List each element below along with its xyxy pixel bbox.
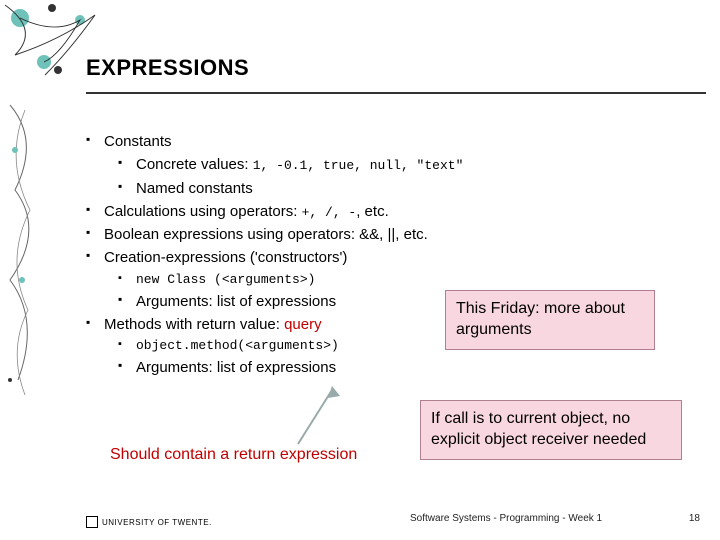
text-calc-b: , etc. [356, 203, 389, 220]
footer-course: Software Systems - Programming - Week 1 [410, 513, 602, 524]
bullet-constants: Constants Concrete values: 1, -0.1, true… [86, 130, 696, 200]
title-rule [86, 92, 706, 94]
logo-mark-icon [86, 516, 98, 528]
text-query: query [284, 316, 322, 333]
footer-logo: UNIVERSITY OF TWENTE. [86, 516, 212, 528]
code-calc: +, /, - [302, 205, 357, 220]
text-creation: Creation-expressions ('constructors') [104, 249, 347, 266]
decoration-side [0, 100, 55, 400]
text-methods-a: Methods with return value: [104, 316, 284, 333]
callout-friday: This Friday: more about arguments [445, 290, 655, 350]
bullet-named: Named constants [118, 177, 696, 200]
bullet-concrete: Concrete values: 1, -0.1, true, null, "t… [118, 153, 696, 176]
text-calc-a: Calculations using operators: [104, 203, 302, 220]
bullet-calculations: Calculations using operators: +, /, -, e… [86, 200, 696, 223]
text-constants: Constants [104, 133, 172, 150]
callout-object-receiver: If call is to current object, no explici… [420, 400, 682, 460]
code-new-class: new Class (<arguments>) [118, 270, 696, 290]
bullet-boolean: Boolean expressions using operators: &&,… [86, 223, 696, 246]
footer-page-number: 18 [689, 513, 700, 524]
code-concrete: 1, -0.1, true, null, "text" [253, 158, 464, 173]
return-note: Should contain a return expression [110, 446, 357, 464]
logo-text: UNIVERSITY OF TWENTE. [102, 518, 212, 527]
text-concrete: Concrete values: [136, 156, 253, 173]
slide: EXPRESSIONS Constants Concrete values: 1… [0, 0, 720, 540]
page-title: EXPRESSIONS [86, 55, 249, 81]
arrow-icon [290, 382, 350, 452]
bullet-args2: Arguments: list of expressions [118, 356, 696, 379]
